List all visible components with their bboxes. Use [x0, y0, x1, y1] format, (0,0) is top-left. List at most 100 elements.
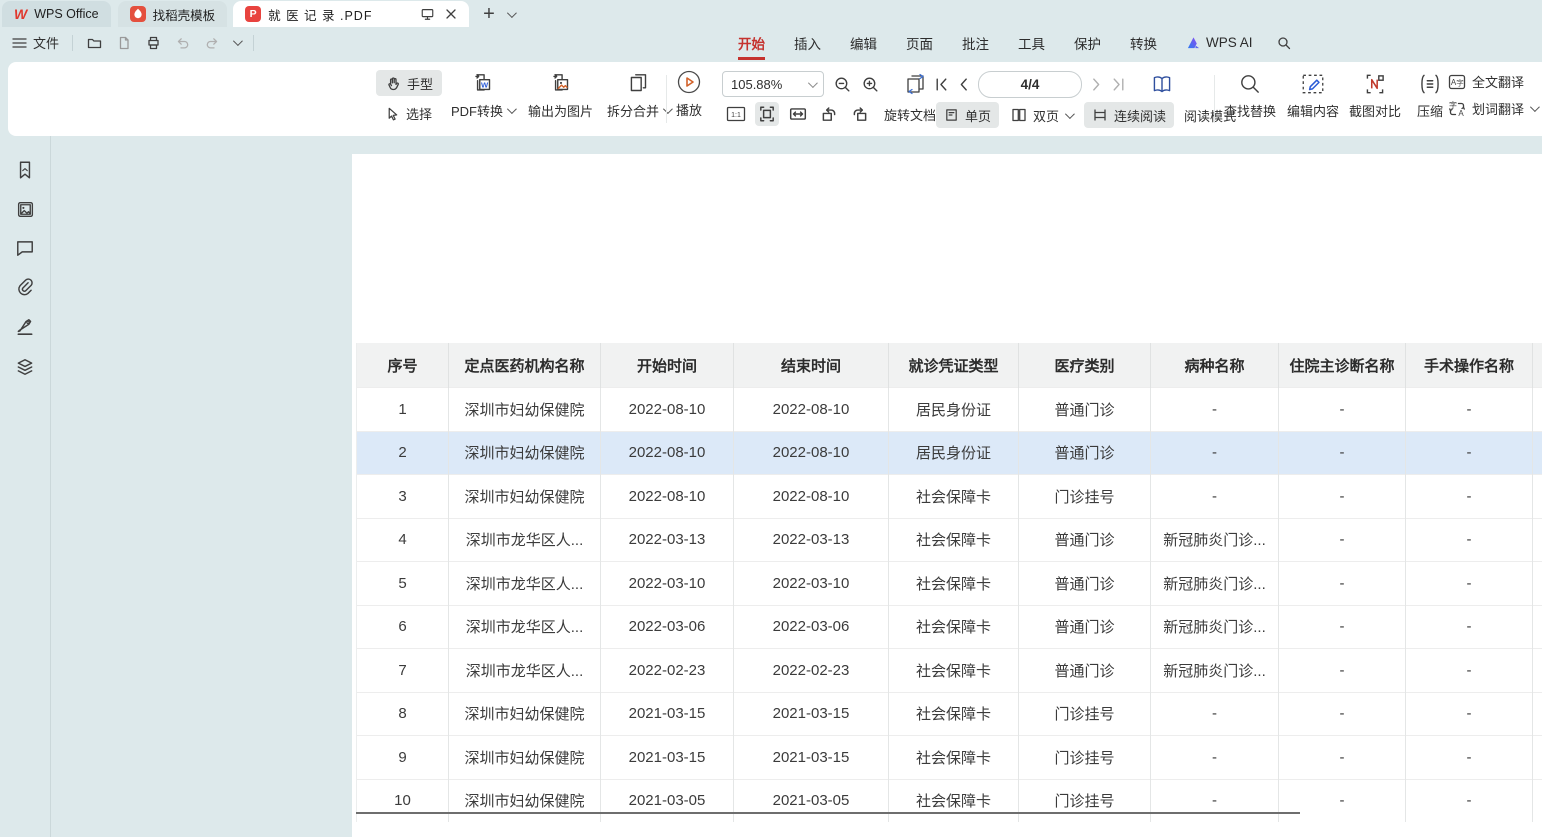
ribbon-tab-comment[interactable]: 批注 [962, 33, 989, 53]
ribbon-tab-home[interactable]: 开始 [738, 33, 765, 53]
table-cell: 2022-03-13 [601, 518, 734, 562]
table-row: 2深圳市妇幼保健院2022-08-102022-08-10居民身份证普通门诊--… [357, 431, 1542, 475]
screenshot-compare-icon [1362, 71, 1388, 97]
table-cell: 居民身份证 [889, 431, 1019, 475]
read-mode-icon[interactable] [1149, 73, 1175, 97]
monitor-icon[interactable] [420, 7, 435, 21]
chevron-down-icon [507, 104, 517, 114]
tab-document-active[interactable]: P 就 医 记 录 .PDF [233, 1, 469, 27]
close-icon[interactable] [445, 8, 457, 20]
table-cell [1533, 431, 1542, 475]
prev-page-icon[interactable] [956, 77, 971, 92]
edit-content-button[interactable]: 编辑内容 [1282, 69, 1344, 122]
ribbon-tab-insert[interactable]: 插入 [794, 33, 821, 53]
actual-size-button[interactable]: 1:1 [724, 102, 748, 126]
ribbon-tab-wps-ai[interactable]: WPS AI [1186, 35, 1253, 50]
table-cell: - [1151, 431, 1279, 475]
table-cell: - [1406, 779, 1533, 822]
pdf-page: 序号 定点医药机构名称 开始时间 结束时间 就诊凭证类型 医疗类别 病种名称 住… [352, 154, 1542, 837]
hand-tool-button[interactable]: 手型 [376, 70, 442, 96]
tab-list-chevron-icon[interactable] [507, 8, 517, 18]
ribbon-tab-edit[interactable]: 编辑 [850, 33, 877, 53]
attachment-icon[interactable] [15, 277, 35, 297]
table-cell: - [1279, 562, 1406, 606]
window-tab-bar: W WPS Office 找稻壳模板 P 就 医 记 录 .PDF + [0, 0, 1542, 27]
zoom-in-icon[interactable] [861, 75, 880, 94]
play-button[interactable] [677, 70, 701, 94]
find-replace-button[interactable]: 查找替换 [1218, 69, 1282, 122]
ribbon-tab-page[interactable]: 页面 [906, 33, 933, 53]
single-page-button[interactable]: 单页 [936, 102, 999, 128]
zoom-out-icon[interactable] [833, 75, 852, 94]
table-cell: 社会保障卡 [889, 475, 1019, 519]
main-area: 序号 定点医药机构名称 开始时间 结束时间 就诊凭证类型 医疗类别 病种名称 住… [0, 136, 1542, 837]
export-image-button[interactable]: 输出为图片 [521, 69, 600, 122]
table-cell [1533, 388, 1542, 432]
table-cell: 2022-03-10 [734, 562, 889, 606]
continuous-read-button[interactable]: 连续阅读 [1084, 102, 1174, 128]
thumbnail-icon[interactable] [16, 200, 35, 219]
annotate-pen-icon[interactable] [15, 317, 35, 337]
table-cell: - [1151, 736, 1279, 780]
table-row: 6深圳市龙华区人...2022-03-062022-03-06社会保障卡普通门诊… [357, 605, 1542, 649]
fit-page-button[interactable] [755, 102, 779, 126]
chevron-down-icon [1065, 109, 1075, 119]
comment-icon[interactable] [15, 239, 35, 257]
ribbon-tab-convert[interactable]: 转换 [1130, 33, 1157, 53]
next-page-icon[interactable] [1089, 77, 1104, 92]
table-cell: - [1279, 779, 1406, 822]
pdf-convert-button[interactable]: W PDF转换 [444, 69, 521, 122]
document-canvas[interactable]: 序号 定点医药机构名称 开始时间 结束时间 就诊凭证类型 医疗类别 病种名称 住… [51, 136, 1542, 837]
fit-width-button[interactable] [786, 102, 810, 126]
table-cell: - [1406, 649, 1533, 693]
page-number-input[interactable]: 4/4 [978, 71, 1082, 98]
file-menu-button[interactable]: 文件 [12, 33, 59, 52]
quick-access-chevron-icon[interactable] [233, 36, 243, 46]
rotate-pages-icon[interactable] [903, 72, 931, 96]
rotate-right-icon[interactable] [848, 102, 872, 126]
new-tab-plus-icon[interactable]: + [483, 4, 495, 24]
table-cell: - [1406, 475, 1533, 519]
search-icon[interactable] [1276, 35, 1292, 51]
undo-icon[interactable] [175, 35, 191, 50]
table-cell [1533, 649, 1542, 693]
screenshot-compare-button[interactable]: 截图对比 [1344, 69, 1406, 122]
last-page-icon[interactable] [1111, 77, 1126, 92]
tab-label: WPS Office [34, 7, 98, 21]
table-cell: 2022-08-10 [734, 388, 889, 432]
table-cell: 深圳市龙华区人... [449, 562, 601, 606]
tab-docer-templates[interactable]: 找稻壳模板 [118, 1, 228, 27]
save-icon[interactable] [116, 35, 132, 51]
col-header: 住院主诊断名称 [1279, 343, 1406, 388]
compress-button[interactable]: 压缩 [1406, 69, 1454, 122]
full-translate-button[interactable]: A 字 全文翻译 [1448, 72, 1537, 91]
table-cell: 新冠肺炎门诊... [1151, 562, 1279, 606]
wps-pdf-app: W WPS Office 找稻壳模板 P 就 医 记 录 .PDF + [0, 0, 1542, 837]
tab-wps-office[interactable]: W WPS Office [2, 1, 111, 27]
word-translate-button[interactable]: 字 A 划词翻译 [1448, 99, 1537, 118]
col-header: 医疗类别 [1019, 343, 1151, 388]
rotate-doc-label[interactable]: 旋转文档 [884, 105, 936, 124]
bookmark-icon[interactable] [16, 160, 34, 180]
rotate-left-icon[interactable] [817, 102, 841, 126]
zoom-level-select[interactable]: 105.88% [722, 71, 824, 97]
table-cell: 2022-02-23 [601, 649, 734, 693]
compress-icon [1417, 71, 1443, 97]
first-page-icon[interactable] [934, 77, 949, 92]
table-cell: 5 [357, 562, 449, 606]
print-icon[interactable] [145, 35, 162, 51]
table-cell: 2022-03-06 [734, 605, 889, 649]
layers-icon[interactable] [15, 357, 35, 377]
ribbon-tab-protect[interactable]: 保护 [1074, 33, 1101, 53]
table-cell: 社会保障卡 [889, 605, 1019, 649]
open-folder-icon[interactable] [86, 35, 103, 51]
ribbon-tab-tools[interactable]: 工具 [1018, 33, 1045, 53]
table-cell: - [1279, 736, 1406, 780]
table-cell: 2022-08-10 [601, 388, 734, 432]
table-cell: 2022-02-23 [734, 649, 889, 693]
cursor-icon [385, 106, 400, 121]
table-row: 5深圳市龙华区人...2022-03-102022-03-10社会保障卡普通门诊… [357, 562, 1542, 606]
double-page-button[interactable]: 双页 [1005, 102, 1078, 128]
select-tool-button[interactable]: 选择 [376, 100, 442, 126]
redo-icon[interactable] [204, 35, 220, 50]
